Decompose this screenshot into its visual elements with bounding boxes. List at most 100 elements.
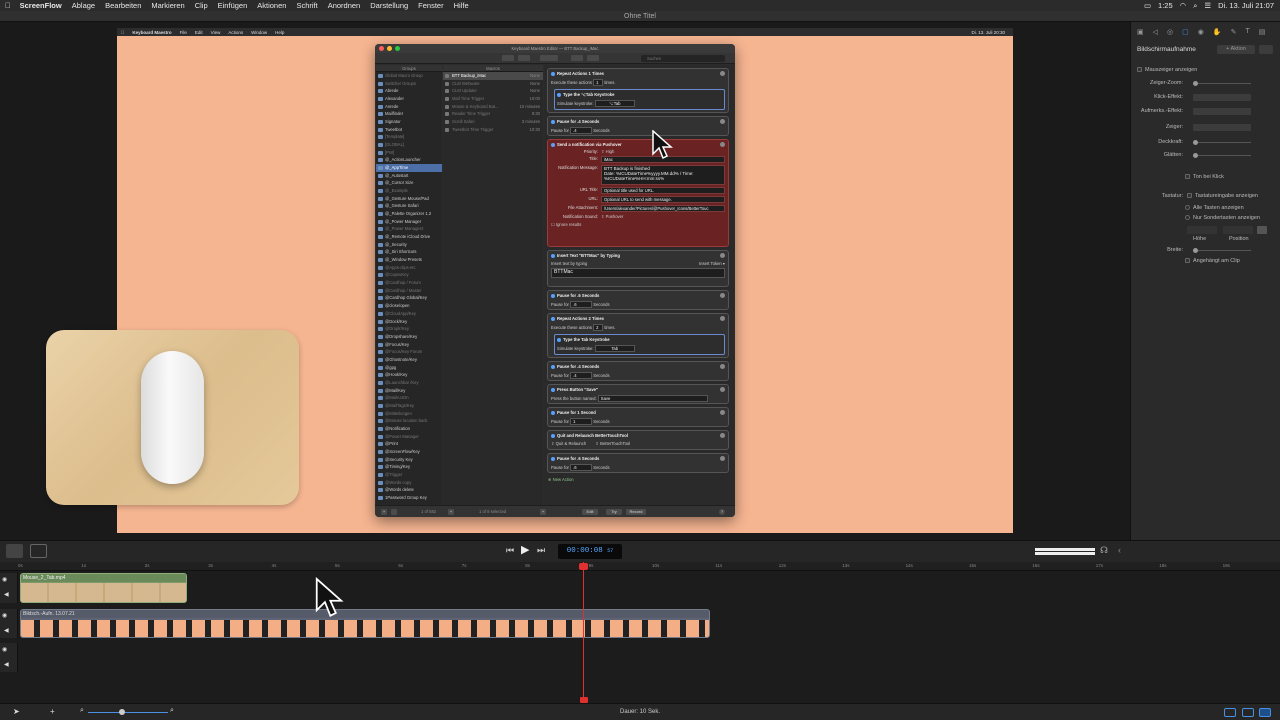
touch-icon[interactable]: ✋ [1213, 28, 1222, 36]
menu-anordnen[interactable]: Anordnen [323, 1, 366, 10]
zoom-dot-icon [395, 46, 400, 51]
add-tool-icon[interactable]: + [50, 707, 55, 716]
eye-icon[interactable]: ◉ [2, 576, 7, 583]
media-library-icon[interactable]: ▤ [1259, 28, 1266, 36]
menu-clip[interactable]: Clip [190, 1, 213, 10]
ruler-tick-label: 16s [1032, 563, 1040, 568]
pause-value: .4 [570, 372, 593, 379]
gear-icon [720, 316, 725, 321]
menubar-time[interactable]: 1:25 [1158, 1, 1173, 10]
app-menu[interactable]: ScreenFlow [16, 1, 67, 10]
position-popup[interactable] [1223, 226, 1253, 234]
annotation-icon[interactable]: ✎ [1231, 28, 1237, 36]
clip-screen-recording[interactable]: Bildsch.-Aufn. 13.07.21 [20, 609, 710, 638]
pause-value: .4 [570, 127, 593, 134]
text-icon[interactable]: T [1245, 28, 1249, 36]
attached-label: Angehängt am Clip [1193, 258, 1240, 264]
timeline-tracks[interactable]: ◉ ◀ ◉ ◀ ◉ ◀ Mouse_2_Tab.mp4 Bildsch.-Auf… [0, 571, 1280, 703]
pause-value: 1 [570, 418, 593, 425]
search-icon[interactable]: ⌕ [1193, 1, 1197, 11]
mouse-video-overlay[interactable] [46, 330, 299, 505]
pointer-zoom-slider[interactable] [1193, 81, 1251, 86]
group-item: [Template] [376, 133, 442, 141]
zoom-slider[interactable] [88, 712, 168, 713]
clip-label: Mouse_2_Tab.mp4 [21, 574, 186, 582]
smooth-slider[interactable] [1193, 153, 1251, 158]
speaker-icon[interactable]: ◀ [4, 591, 9, 598]
pause-label: Pause for [551, 373, 569, 378]
eye-icon[interactable]: ◉ [2, 612, 7, 619]
menu-hilfe[interactable]: Hilfe [449, 1, 474, 10]
click-effect-label: Klick-Effekt: [1154, 94, 1183, 100]
crop-tool-icon[interactable] [6, 544, 23, 558]
attached-checkbox[interactable] [1185, 258, 1190, 264]
play-icon[interactable]: ▶ [521, 543, 529, 556]
macro-name: Tweetbot Time Trigger [452, 126, 494, 132]
snap-toggle-icon[interactable] [1259, 708, 1271, 717]
menu-ablage[interactable]: Ablage [67, 1, 100, 10]
chevron-left-icon[interactable]: ‹ [1118, 545, 1121, 555]
speaker-icon[interactable]: ◀ [4, 661, 9, 668]
view-toggle-icon[interactable] [1224, 708, 1236, 717]
timeline-ruler[interactable]: 0s 1s 2s 3s 4s 5s 6s 7s 8s 9s 10s 11s 12s 13s 14s 15s 16… [0, 562, 1280, 571]
action-pause-2: Pause for .6 Seconds Pause for .6 Second… [547, 290, 729, 310]
sound-label: Notification Sound: [562, 214, 598, 219]
video-properties-icon[interactable]: ▣ [1137, 28, 1144, 36]
options-button[interactable] [1259, 45, 1273, 54]
clip-mouse-video[interactable]: Mouse_2_Tab.mp4 [20, 573, 187, 603]
special-keys-radio[interactable] [1185, 215, 1190, 221]
headphones-icon[interactable]: ☊ [1100, 545, 1108, 556]
action-label: Execute these actions [551, 80, 592, 85]
zoom-slider-knob[interactable] [119, 709, 125, 715]
menu-markieren[interactable]: Markieren [146, 1, 189, 10]
fast-forward-icon[interactable]: ⏭ [537, 545, 545, 556]
menu-fenster[interactable]: Fenster [413, 1, 448, 10]
ruler-tick-label: 6s [398, 563, 404, 568]
eye-icon[interactable]: ◉ [2, 646, 7, 653]
pointer-popup[interactable] [1193, 124, 1251, 131]
battery-icon[interactable]: ▭ [1144, 1, 1151, 10]
click-effect-popup[interactable] [1193, 94, 1251, 101]
attention-effect-popup[interactable] [1193, 108, 1251, 115]
menu-schrift[interactable]: Schrift [291, 1, 322, 10]
screen-recording-icon[interactable]: ▢ [1182, 28, 1189, 36]
playhead-handle[interactable] [579, 563, 588, 570]
zoom-in-icon[interactable]: ⌕ [170, 707, 174, 715]
menu-darstellung[interactable]: Darstellung [365, 1, 413, 10]
layout-toggle-icon[interactable] [1242, 708, 1254, 717]
menu-einfuegen[interactable]: Einfügen [213, 1, 253, 10]
rewind-icon[interactable]: ⏮ [506, 545, 514, 556]
height-popup[interactable] [1187, 226, 1217, 234]
pointer-tool-icon[interactable]: ➤ [13, 707, 20, 716]
menubar-date[interactable]: Di. 13. Juli 21:07 [1218, 1, 1274, 10]
callout-icon[interactable]: ◉ [1198, 28, 1204, 36]
width-slider[interactable] [1193, 248, 1251, 253]
show-pointer-checkbox[interactable] [1137, 67, 1142, 73]
pointer-label: Zeiger: [1165, 124, 1183, 130]
speaker-icon[interactable]: ◀ [4, 627, 9, 634]
group-item: Mailfinder [376, 110, 442, 118]
group-item: @Focus/Key Forum [376, 348, 442, 356]
control-center-icon[interactable]: ☰ [1204, 1, 1211, 10]
audio-properties-icon[interactable]: ◁ [1153, 28, 1158, 36]
click-sound-checkbox[interactable] [1185, 174, 1190, 180]
group-item: @_AppTime [376, 164, 442, 172]
style-button[interactable] [1257, 226, 1267, 234]
recording-app-name: Keyboard Maestro [129, 29, 171, 35]
zoom-out-icon[interactable]: ⌕ [80, 707, 84, 715]
menu-aktionen[interactable]: Aktionen [252, 1, 291, 10]
menu-bearbeiten[interactable]: Bearbeiten [100, 1, 146, 10]
opacity-slider[interactable] [1193, 140, 1251, 145]
action-title: Pause for .6 Seconds [551, 293, 725, 298]
track-3-header: ◉ ◀ [0, 643, 18, 672]
wifi-icon[interactable]: ◠ [1180, 1, 1187, 10]
video-motion-icon[interactable]: ◎ [1167, 28, 1173, 36]
show-keystrokes-checkbox[interactable] [1187, 193, 1192, 199]
crop-frame-icon[interactable] [30, 544, 47, 558]
all-keys-radio[interactable] [1185, 205, 1190, 211]
playhead-line[interactable] [583, 562, 584, 704]
apple-icon[interactable]:  [0, 1, 16, 10]
simulate-value: Tab [594, 345, 635, 352]
add-action-button[interactable]: + Aktion [1217, 45, 1255, 54]
action-pause-5: Pause for .6 Seconds Pause for .6 Second… [547, 453, 729, 473]
